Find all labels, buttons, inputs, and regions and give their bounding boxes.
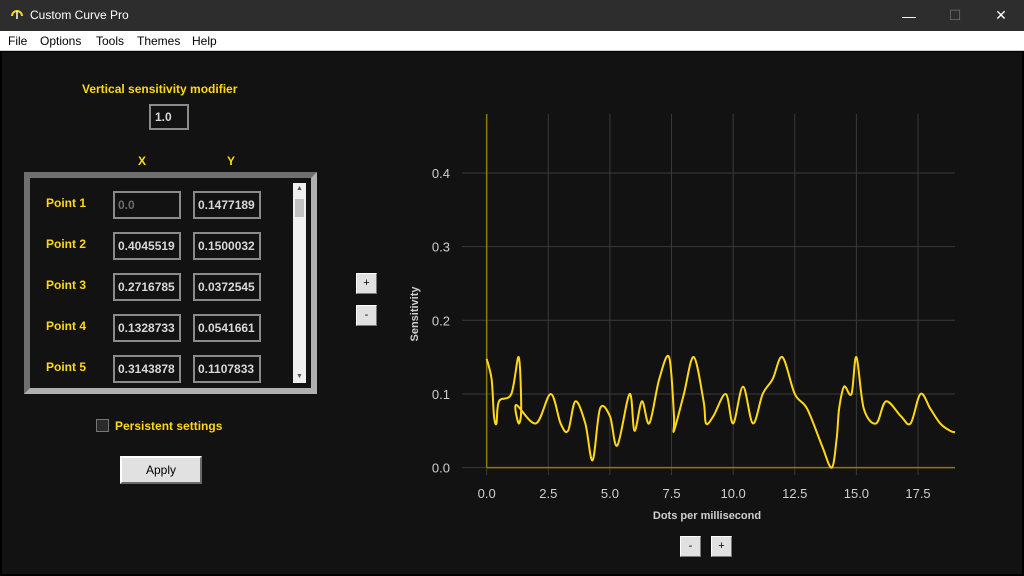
point-5-label: Point 5	[46, 360, 87, 374]
point-3-label: Point 3	[46, 278, 87, 292]
vertical-sensitivity-label: Vertical sensitivity modifier	[82, 82, 238, 96]
persistent-settings-label: Persistent settings	[115, 419, 223, 433]
y-tick-label: 0.3	[432, 240, 450, 255]
x-tick-label: 17.5	[905, 486, 930, 501]
menu-file[interactable]: File	[8, 34, 27, 48]
x-tick-label: 2.5	[539, 486, 557, 501]
apply-button[interactable]: Apply	[120, 456, 202, 484]
point-3-y-input[interactable]	[193, 273, 261, 301]
chevron-down-icon[interactable]: ▼	[293, 371, 306, 383]
y-tick-label: 0.2	[432, 313, 450, 328]
mouse-icon	[11, 10, 23, 19]
persistent-settings-checkbox[interactable]	[96, 419, 109, 432]
series-line-0	[485, 354, 956, 469]
chevron-up-icon[interactable]: ▲	[293, 183, 306, 195]
y-tick-label: 0.0	[432, 461, 450, 476]
point-2-x-input[interactable]	[113, 232, 181, 260]
x-tick-label: 10.0	[720, 486, 745, 501]
add-point-button[interactable]: +	[356, 273, 377, 294]
sensitivity-curve-chart[interactable]: 0.0 2.5 5.0 7.5 10.0 12.5 15.0 17.5 0.0 0.1 0.2 0.3…	[400, 100, 980, 530]
x-tick-label: 7.5	[662, 486, 680, 501]
chart-axes	[485, 114, 955, 469]
x-column-header: X	[138, 154, 147, 168]
x-tick-label: 5.0	[601, 486, 619, 501]
y-axis-label: Sensitivity	[409, 286, 421, 342]
menu-help[interactable]: Help	[192, 34, 217, 48]
remove-point-button[interactable]: -	[356, 305, 377, 326]
point-2-y-input[interactable]	[193, 232, 261, 260]
scroll-thumb[interactable]	[295, 199, 304, 217]
point-2-label: Point 2	[46, 237, 87, 251]
menu-tools[interactable]: Tools	[96, 34, 124, 48]
menu-bar: File Options Tools Themes Help	[0, 31, 1024, 51]
x-tick-label: 0.0	[478, 486, 496, 501]
point-4-x-input[interactable]	[113, 314, 181, 342]
vertical-sensitivity-input[interactable]	[149, 104, 189, 130]
chart-grid	[462, 114, 955, 475]
point-1-y-input[interactable]	[193, 191, 261, 219]
y-tick-label: 0.4	[432, 166, 450, 181]
close-button[interactable]: ✕	[978, 0, 1024, 31]
y-column-header: Y	[227, 154, 236, 168]
window-title: Custom Curve Pro	[30, 8, 129, 22]
x-tick-label: 12.5	[782, 486, 807, 501]
zoom-out-button[interactable]: -	[680, 536, 701, 557]
x-tick-label: 15.0	[844, 486, 869, 501]
maximize-button[interactable]: ☐	[932, 0, 978, 31]
chart-series	[485, 354, 956, 469]
x-axis-label: Dots per millisecond	[653, 510, 761, 522]
menu-themes[interactable]: Themes	[137, 34, 180, 48]
title-bar[interactable]: Custom Curve Pro — ☐ ✕	[0, 0, 1024, 31]
point-1-x-input	[113, 191, 181, 219]
point-4-label: Point 4	[46, 319, 87, 333]
point-4-y-input[interactable]	[193, 314, 261, 342]
point-1-label: Point 1	[46, 196, 87, 210]
points-scrollbar[interactable]: ▲ ▼	[293, 183, 306, 383]
zoom-in-button[interactable]: +	[711, 536, 732, 557]
point-5-y-input[interactable]	[193, 355, 261, 383]
y-tick-label: 0.1	[432, 387, 450, 402]
minimize-button[interactable]: —	[886, 0, 932, 31]
menu-options[interactable]: Options	[40, 34, 81, 48]
point-3-x-input[interactable]	[113, 273, 181, 301]
point-5-x-input[interactable]	[113, 355, 181, 383]
chart-ticks: 0.0 2.5 5.0 7.5 10.0 12.5 15.0 17.5 0.0 0.1 0.2 0.3…	[432, 166, 931, 501]
